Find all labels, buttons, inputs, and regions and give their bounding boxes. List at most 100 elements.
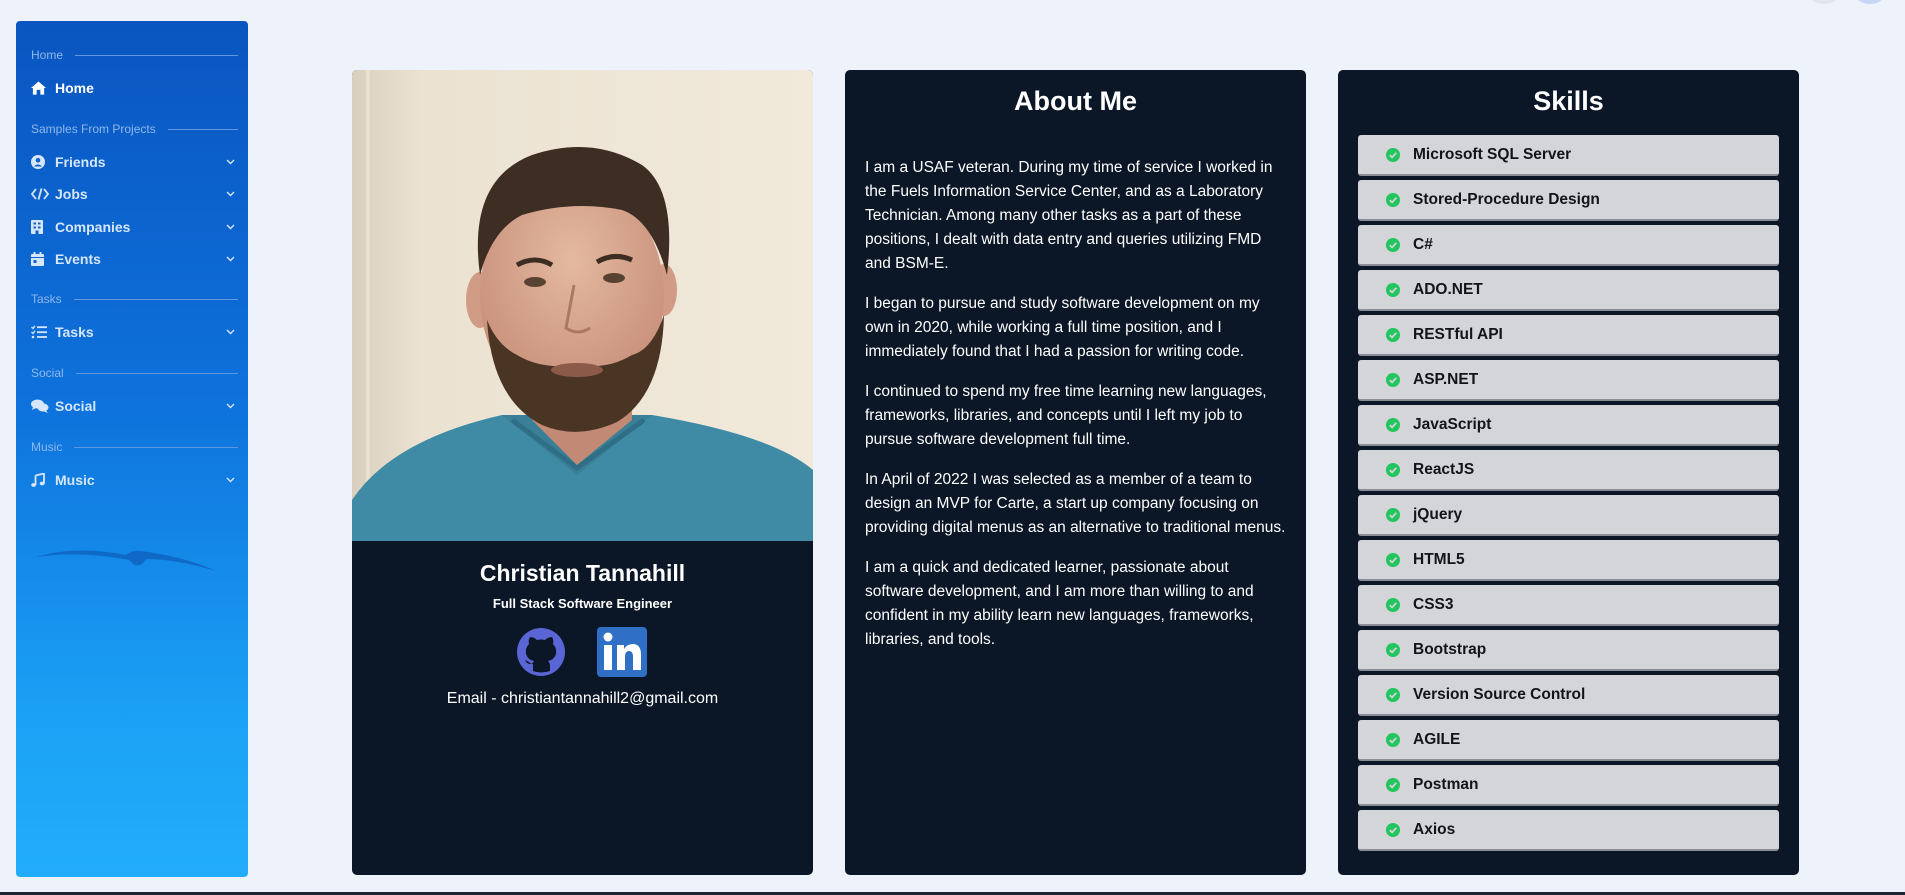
skills-heading: Skills	[1533, 86, 1604, 116]
github-link[interactable]	[516, 627, 566, 677]
skill-label: C#	[1413, 235, 1433, 253]
check-circle-icon	[1386, 462, 1400, 477]
user-avatar[interactable]	[1856, 0, 1884, 4]
sidebar-heading-samples: Samples From Projects	[31, 122, 238, 136]
skill-label: Stored-Procedure Design	[1413, 190, 1600, 208]
check-circle-icon	[1386, 552, 1400, 567]
sidebar-item-label: Social	[55, 398, 97, 414]
check-circle-icon	[1386, 822, 1400, 837]
check-circle-icon	[1386, 147, 1400, 162]
user-circle-icon	[31, 155, 55, 169]
sidebar-heading-label: Tasks	[31, 292, 62, 306]
music-icon	[31, 473, 55, 487]
sidebar-heading-music: Music	[31, 440, 238, 454]
notification-button[interactable]	[1810, 0, 1838, 4]
profile-name: Christian Tannahill	[479, 560, 686, 586]
sidebar-item-friends[interactable]: Friends	[31, 151, 236, 173]
about-paragraph: I continued to spend my free time learni…	[865, 383, 1267, 448]
sidebar: Home Home Samples From Projects Friends …	[16, 21, 248, 877]
about-paragraph: I am a quick and dedicated learner, pass…	[865, 559, 1254, 648]
sidebar-item-companies[interactable]: Companies	[31, 216, 236, 238]
check-circle-icon	[1386, 597, 1400, 612]
skill-label: CSS3	[1413, 595, 1454, 613]
check-circle-icon	[1386, 327, 1400, 342]
sidebar-heading-home: Home	[31, 48, 238, 62]
skill-item: RESTful API	[1358, 315, 1779, 356]
sidebar-item-home[interactable]: Home	[31, 77, 236, 99]
skill-item: Postman	[1358, 765, 1779, 806]
check-circle-icon	[1386, 417, 1400, 432]
skill-list: Microsoft SQL Server Stored-Procedure Des…	[1358, 135, 1779, 855]
skill-label: jQuery	[1413, 505, 1463, 523]
brand-logo-fragment[interactable]	[82, 0, 192, 4]
sidebar-heading-label: Music	[31, 440, 63, 454]
about-body: I am a USAF veteran. During my time of s…	[865, 156, 1286, 668]
sidebar-item-label: Friends	[55, 154, 106, 170]
about-card: About Me I am a USAF veteran. During my …	[845, 70, 1306, 875]
sidebar-item-events[interactable]: Events	[31, 248, 236, 270]
skill-item: ReactJS	[1358, 450, 1779, 491]
chevron-down-icon	[224, 256, 236, 262]
profile-email: Email - christiantannahill2@gmail.com	[446, 690, 719, 707]
check-circle-icon	[1386, 642, 1400, 657]
skill-label: Bootstrap	[1413, 640, 1487, 658]
about-paragraph: I began to pursue and study software dev…	[865, 295, 1260, 360]
skill-label: JavaScript	[1413, 415, 1492, 433]
check-circle-icon	[1386, 687, 1400, 702]
chevron-down-icon	[224, 159, 236, 165]
check-circle-icon	[1386, 372, 1400, 387]
sidebar-heading-label: Samples From Projects	[31, 122, 156, 136]
skill-item: Bootstrap	[1358, 630, 1779, 671]
skill-label: ADO.NET	[1413, 280, 1483, 298]
code-icon	[31, 188, 55, 200]
sidebar-item-tasks[interactable]: Tasks	[31, 321, 236, 343]
skill-item: HTML5	[1358, 540, 1779, 581]
skill-label: ASP.NET	[1413, 370, 1479, 388]
about-paragraph: In April of 2022 I was selected as a mem…	[865, 471, 1286, 536]
check-circle-icon	[1386, 282, 1400, 297]
task-list-icon	[31, 325, 55, 339]
calendar-icon	[31, 252, 55, 266]
sidebar-heading-tasks: Tasks	[31, 292, 238, 306]
check-circle-icon	[1386, 507, 1400, 522]
linkedin-icon	[597, 627, 647, 677]
sidebar-heading-label: Home	[31, 48, 64, 62]
sidebar-item-label: Home	[55, 80, 94, 96]
sidebar-item-label: Music	[55, 472, 95, 488]
linkedin-link[interactable]	[597, 627, 647, 677]
sidebar-item-label: Events	[55, 251, 101, 267]
brand-logo-icon	[82, 0, 192, 4]
check-circle-icon	[1386, 192, 1400, 207]
sidebar-item-jobs[interactable]: Jobs	[31, 183, 236, 205]
sidebar-item-music[interactable]: Music	[31, 469, 236, 491]
sidebar-item-social[interactable]: Social	[31, 395, 236, 417]
check-circle-icon	[1386, 237, 1400, 252]
skill-label: AGILE	[1413, 730, 1461, 748]
sidebar-heading-label: Social	[31, 366, 64, 380]
sidebar-item-label: Companies	[55, 219, 131, 235]
skill-item: jQuery	[1358, 495, 1779, 536]
building-icon	[31, 220, 55, 234]
skill-label: Postman	[1413, 775, 1479, 793]
skill-label: HTML5	[1413, 550, 1465, 568]
skill-item: ADO.NET	[1358, 270, 1779, 311]
skill-label: ReactJS	[1413, 460, 1475, 478]
check-circle-icon	[1386, 732, 1400, 747]
sidebar-item-label: Jobs	[55, 186, 88, 202]
skill-item: CSS3	[1358, 585, 1779, 626]
sidebar-item-label: Tasks	[55, 324, 94, 340]
skill-label: Version Source Control	[1413, 685, 1586, 703]
skill-item: AGILE	[1358, 720, 1779, 761]
skill-label: Microsoft SQL Server	[1413, 145, 1572, 163]
skill-item: JavaScript	[1358, 405, 1779, 446]
skill-item: Axios	[1358, 810, 1779, 851]
profile-title: Full Stack Software Engineer	[492, 596, 673, 611]
about-paragraph: I am a USAF veteran. During my time of s…	[865, 159, 1273, 272]
check-circle-icon	[1386, 777, 1400, 792]
skill-label: Axios	[1413, 820, 1456, 838]
skill-item: Microsoft SQL Server	[1358, 135, 1779, 176]
skill-item: ASP.NET	[1358, 360, 1779, 401]
skill-item: Version Source Control	[1358, 675, 1779, 716]
skill-label: RESTful API	[1413, 325, 1503, 343]
sidebar-heading-social: Social	[31, 366, 238, 380]
